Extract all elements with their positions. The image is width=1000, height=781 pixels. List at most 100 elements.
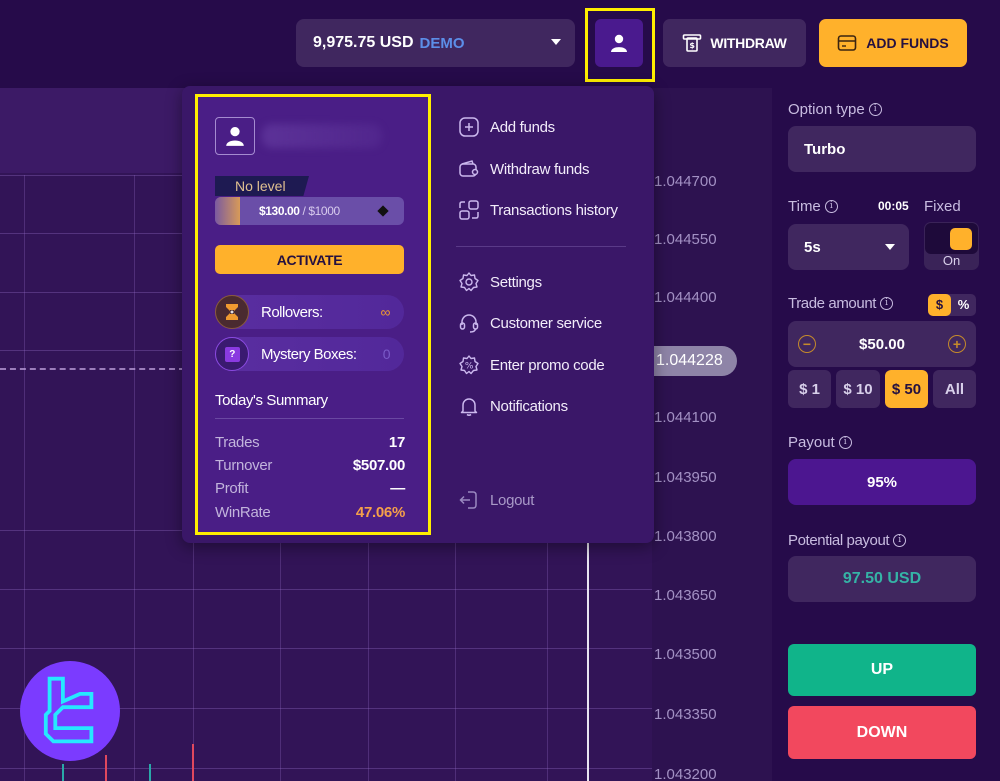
mystery-boxes-label: Mystery Boxes: xyxy=(261,345,357,363)
option-type-select[interactable]: Turbo xyxy=(788,126,976,172)
level-progress-fill xyxy=(215,197,240,225)
plus-square-icon xyxy=(459,117,479,137)
transactions-icon xyxy=(459,200,479,220)
grid-line xyxy=(455,540,456,781)
menu-item-notifications[interactable]: Notifications xyxy=(458,395,568,417)
quick-amount-10[interactable]: $ 10 xyxy=(836,370,880,408)
trade-amount-label: Trade amount i xyxy=(788,295,894,312)
time-select[interactable]: 5s xyxy=(788,224,909,270)
grid-line xyxy=(0,768,652,769)
time-value: 5s xyxy=(804,238,821,256)
menu-item-customer-service[interactable]: Customer service xyxy=(458,312,602,334)
trade-amount-input[interactable]: − $50.00 + xyxy=(788,321,976,367)
down-label: DOWN xyxy=(856,723,908,741)
potential-payout-display: 97.50 USD xyxy=(788,556,976,602)
candle-wick xyxy=(149,764,151,781)
chart-header-area xyxy=(0,88,185,173)
summary-row-winrate: WinRate 47.06% xyxy=(215,504,405,521)
menu-item-add-funds[interactable]: Add funds xyxy=(458,116,555,138)
account-type-badge: DEMO xyxy=(419,34,465,52)
unit-percent-button[interactable]: % xyxy=(951,294,976,316)
level-progress-bar: $130.00 / $1000 xyxy=(215,197,404,225)
menu-divider xyxy=(456,246,626,247)
decrease-amount-button[interactable]: − xyxy=(798,335,816,353)
fixed-label: Fixed xyxy=(924,198,961,215)
brand-logo xyxy=(20,661,120,761)
unit-dollar-button[interactable]: $ xyxy=(928,294,951,316)
chevron-down-icon xyxy=(551,39,561,45)
info-icon[interactable]: i xyxy=(824,200,838,213)
info-icon[interactable]: i xyxy=(868,103,882,116)
balance-amount: 9,975.75 USD xyxy=(313,34,414,51)
logo-icon xyxy=(43,676,94,744)
grid-line xyxy=(280,540,281,781)
current-price-line xyxy=(0,368,185,370)
promo-badge-icon: % xyxy=(459,355,479,375)
info-icon[interactable]: i xyxy=(880,297,894,310)
amount-unit-toggle: $ % xyxy=(928,294,976,316)
card-icon xyxy=(837,35,857,51)
withdraw-button[interactable]: $ WITHDRAW xyxy=(663,19,806,67)
logout-button[interactable]: Logout xyxy=(458,489,534,511)
fixed-time-toggle[interactable]: On xyxy=(924,222,979,270)
mystery-boxes-value: 0 xyxy=(382,346,391,362)
svg-text:$: $ xyxy=(690,41,696,50)
menu-item-transactions-history[interactable]: Transactions history xyxy=(458,199,618,221)
user-icon xyxy=(611,34,627,52)
mystery-boxes-row[interactable]: ? Mystery Boxes: 0 xyxy=(215,337,404,371)
hourglass-icon xyxy=(215,295,249,329)
price-tick: 1.043200 xyxy=(654,766,717,781)
potential-payout-value: 97.50 USD xyxy=(842,570,922,587)
withdraw-label: WITHDRAW xyxy=(710,35,787,51)
info-icon[interactable]: i xyxy=(893,534,907,547)
svg-text:%: % xyxy=(465,362,474,372)
up-label: UP xyxy=(870,661,894,678)
headset-icon xyxy=(459,314,479,333)
grid-line xyxy=(547,540,548,781)
add-funds-button[interactable]: ADD FUNDS xyxy=(819,19,967,67)
rollovers-label: Rollovers: xyxy=(261,303,323,321)
time-countdown: 00:05 xyxy=(878,199,909,213)
price-tick: 1.043350 xyxy=(654,706,717,723)
info-icon[interactable]: i xyxy=(838,436,852,449)
price-tick: 1.043950 xyxy=(654,469,717,486)
quick-amount-all[interactable]: All xyxy=(933,370,976,408)
wallet-icon xyxy=(459,160,479,177)
menu-item-enter-promo-code[interactable]: % Enter promo code xyxy=(458,354,605,376)
candle-wick xyxy=(62,764,64,781)
bell-icon xyxy=(460,398,478,416)
amount-value: $50.00 xyxy=(859,335,905,353)
add-funds-label: ADD FUNDS xyxy=(866,35,949,51)
time-label: Time i xyxy=(788,198,838,215)
potential-payout-label: Potential payout i xyxy=(788,532,907,549)
account-balance-selector[interactable]: 9,975.75 USD DEMO xyxy=(296,19,575,67)
payout-label: Payout i xyxy=(788,434,852,451)
grid-line xyxy=(0,589,652,590)
quick-amount-50[interactable]: $ 50 xyxy=(885,370,928,408)
profile-button[interactable] xyxy=(595,19,643,67)
price-tick: 1.043650 xyxy=(654,587,717,604)
price-axis xyxy=(652,88,772,781)
down-button[interactable]: DOWN xyxy=(788,706,976,759)
menu-item-settings[interactable]: Settings xyxy=(458,271,542,293)
up-button[interactable]: UP xyxy=(788,644,976,696)
candle-wick xyxy=(105,755,107,781)
summary-row-turnover: Turnover $507.00 xyxy=(215,457,405,474)
diamond-icon xyxy=(377,205,389,217)
increase-amount-button[interactable]: + xyxy=(948,335,966,353)
rollovers-row[interactable]: Rollovers: ∞ xyxy=(215,295,404,329)
avatar xyxy=(215,117,255,155)
activate-button[interactable]: ACTIVATE xyxy=(215,245,404,274)
mystery-box-icon: ? xyxy=(215,337,249,371)
summary-row-profit: Profit — xyxy=(215,480,405,497)
candle-wick xyxy=(192,744,194,781)
atm-withdraw-icon: $ xyxy=(683,34,702,52)
menu-item-withdraw-funds[interactable]: Withdraw funds xyxy=(458,158,589,180)
grid-line xyxy=(368,540,369,781)
summary-row-trades: Trades 17 xyxy=(215,434,405,451)
toggle-state-label: On xyxy=(942,253,961,268)
payout-display: 95% xyxy=(788,459,976,505)
quick-amount-1[interactable]: $ 1 xyxy=(788,370,831,408)
divider xyxy=(215,418,404,419)
username-blurred xyxy=(262,124,382,148)
